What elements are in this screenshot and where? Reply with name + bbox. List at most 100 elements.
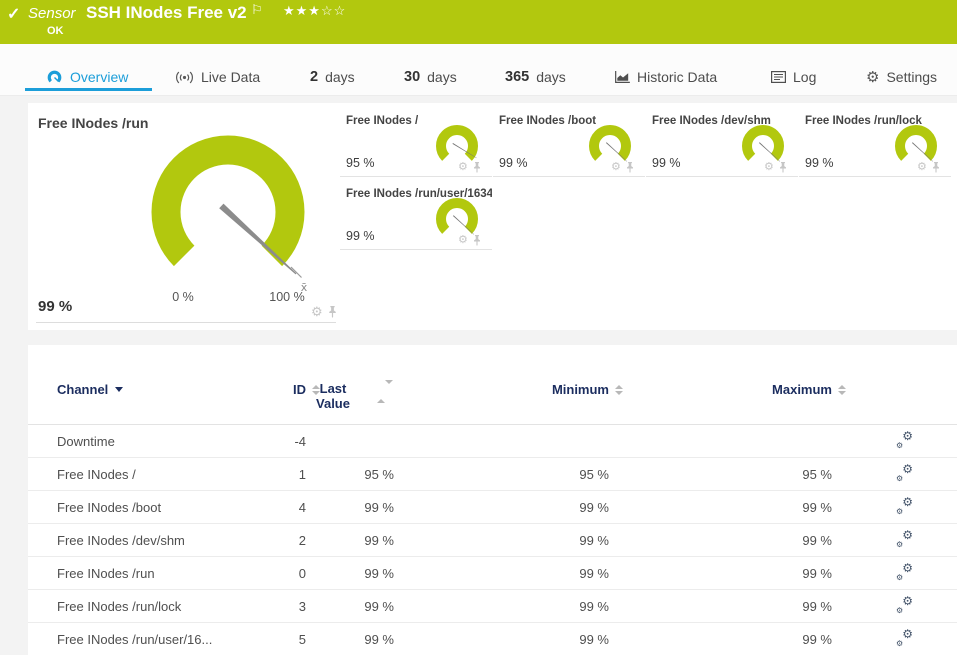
channel-gauge-tile: Free INodes /boot 99 % ⚙ xyxy=(493,108,645,177)
gauge-settings-icon[interactable]: ⚙ xyxy=(458,233,468,246)
maximum-cell: 95 % xyxy=(802,466,832,482)
gauge-settings-icon[interactable]: ⚙ xyxy=(311,304,323,320)
gauge-max-label: 100 % xyxy=(269,290,304,304)
column-header-channel[interactable]: Channel xyxy=(57,382,249,424)
gauge-min-label: 0 % xyxy=(172,290,194,304)
id-cell: 5 xyxy=(298,631,306,647)
minimum-cell: 99 % xyxy=(579,499,609,515)
sensor-kind-label: Sensor xyxy=(28,5,76,22)
primary-gauge: x̄ 0 % 100 % xyxy=(151,135,308,304)
channel-cell: Downtime xyxy=(57,433,115,449)
gauge-pin-icon[interactable] xyxy=(328,306,337,318)
tab-label: Historic Data xyxy=(637,69,718,85)
channel-cell: Free INodes /run xyxy=(57,565,155,581)
tab-365-days[interactable]: 365 days xyxy=(505,66,566,88)
channel-gauge xyxy=(436,125,478,161)
id-cell: 1 xyxy=(298,466,306,482)
last-value-cell: 95 % xyxy=(364,466,394,482)
edit-channel-gears-icon[interactable]: ⚙ ⚙ xyxy=(896,430,913,450)
gauges-panel: Free INodes /run x̄ 0 % 100 % 99 % ⚙ Fre… xyxy=(28,103,957,330)
gauge-settings-icon[interactable]: ⚙ xyxy=(458,160,468,173)
tab-number: 2 xyxy=(310,69,319,85)
sensor-header: ✓ Sensor SSH INodes Free v2 ⚐ ★★★☆☆ OK xyxy=(0,0,957,44)
edit-channel-gears-icon[interactable]: ⚙ ⚙ xyxy=(896,562,913,582)
gauge-settings-icon[interactable]: ⚙ xyxy=(611,160,621,173)
edit-channel-gears-icon[interactable]: ⚙ ⚙ xyxy=(896,496,913,516)
table-row: Downtime -4 ⚙ ⚙ xyxy=(28,425,957,458)
primary-gauge-value: 99 % xyxy=(38,298,73,315)
gauge-pin-icon[interactable] xyxy=(473,235,481,246)
tab-label: days xyxy=(536,69,566,85)
gauge-arc xyxy=(151,135,305,267)
tab-historic-data[interactable]: Historic Data xyxy=(614,66,717,88)
gauge-pin-icon[interactable] xyxy=(626,162,634,173)
tab-2-days[interactable]: 2 days xyxy=(310,66,355,88)
channel-gauge xyxy=(895,125,937,162)
edit-channel-gears-icon[interactable]: ⚙ ⚙ xyxy=(896,628,913,648)
channel-gauge-value: 99 % xyxy=(346,229,375,243)
priority-stars-rating[interactable]: ★★★☆☆ xyxy=(283,3,346,19)
table-row: Free INodes /boot 4 99 % 99 % 99 % ⚙ ⚙ xyxy=(28,491,957,524)
channel-gauge-value: 99 % xyxy=(499,156,528,170)
table-row: Free INodes /run/user/16... 5 99 % 99 % … xyxy=(28,623,957,655)
id-cell: 0 xyxy=(298,565,306,581)
column-label: Last Value xyxy=(316,381,350,411)
gauge-arc xyxy=(742,125,784,161)
channel-gauge-title: Free INodes / xyxy=(346,115,419,127)
log-list-icon xyxy=(771,71,786,83)
column-label: Channel xyxy=(57,382,109,397)
active-tab-underline xyxy=(25,88,152,91)
tab-label: days xyxy=(325,69,355,85)
status-ok-check-icon: ✓ xyxy=(7,6,21,23)
channel-gauge-value: 99 % xyxy=(652,156,681,170)
channel-cell: Free INodes /run/user/16... xyxy=(57,631,213,647)
edit-channel-gears-icon[interactable]: ⚙ ⚙ xyxy=(896,463,913,483)
last-value-cell: 99 % xyxy=(364,565,394,581)
id-cell: -4 xyxy=(294,433,306,449)
maximum-cell: 99 % xyxy=(802,532,832,548)
area-chart-icon xyxy=(615,71,630,83)
tab-label: days xyxy=(427,69,457,85)
column-header-id[interactable]: ID xyxy=(249,382,320,424)
sort-descending-icon xyxy=(115,387,124,392)
channel-cell: Free INodes /dev/shm xyxy=(57,532,185,548)
column-header-minimum[interactable]: Minimum xyxy=(394,382,623,424)
channel-gauge-tile: Free INodes / 95 % ⚙ xyxy=(340,108,492,177)
channel-cell: Free INodes /run/lock xyxy=(57,598,182,614)
gauge-arc xyxy=(895,125,937,161)
tab-log[interactable]: Log xyxy=(771,66,816,88)
edit-channel-gears-icon[interactable]: ⚙ ⚙ xyxy=(896,529,913,549)
gauge-pin-icon[interactable] xyxy=(779,162,787,173)
tab-number: 365 xyxy=(505,69,530,85)
column-label: Maximum xyxy=(772,382,832,397)
column-header-last-value[interactable]: Last Value xyxy=(306,380,394,424)
tab-live-data[interactable]: Live Data xyxy=(175,66,260,88)
table-row: Free INodes /run 0 99 % 99 % 99 % ⚙ ⚙ xyxy=(28,557,957,590)
table-header-row: Channel ID Last Value Minimum Maximum xyxy=(28,345,957,425)
priority-flag-icon[interactable]: ⚐ xyxy=(251,2,263,18)
maximum-cell: 99 % xyxy=(802,631,832,647)
maximum-cell: 99 % xyxy=(802,598,832,614)
tab-label: Overview xyxy=(70,69,129,85)
channels-table: Channel ID Last Value Minimum Maximum Do… xyxy=(28,345,957,655)
column-header-maximum[interactable]: Maximum xyxy=(609,382,846,424)
sensor-title: SSH INodes Free v2 xyxy=(86,3,247,22)
minimum-cell: 99 % xyxy=(579,631,609,647)
tab-overview[interactable]: Overview xyxy=(46,66,128,88)
channel-gauge-tile: Free INodes /run/user/16342... 99 % ⚙ xyxy=(340,181,492,250)
tab-number: 30 xyxy=(404,69,421,85)
prtg-sensor-page: ✓ Sensor SSH INodes Free v2 ⚐ ★★★☆☆ OK O… xyxy=(0,0,957,655)
minimum-cell: 99 % xyxy=(579,532,609,548)
gauge-arc xyxy=(436,198,478,234)
tab-label: Settings xyxy=(886,69,938,85)
gauge-settings-icon[interactable]: ⚙ xyxy=(917,160,927,173)
gauge-pin-icon[interactable] xyxy=(932,162,940,173)
gauge-settings-icon[interactable]: ⚙ xyxy=(764,160,774,173)
gauge-pin-icon[interactable] xyxy=(473,162,481,173)
tab-settings[interactable]: ⚙ Settings xyxy=(866,66,937,88)
tab-30-days[interactable]: 30 days xyxy=(404,66,457,88)
edit-channel-gears-icon[interactable]: ⚙ ⚙ xyxy=(896,595,913,615)
channel-gauge xyxy=(436,198,478,235)
column-label: Minimum xyxy=(551,382,609,397)
last-value-cell: 99 % xyxy=(364,598,394,614)
